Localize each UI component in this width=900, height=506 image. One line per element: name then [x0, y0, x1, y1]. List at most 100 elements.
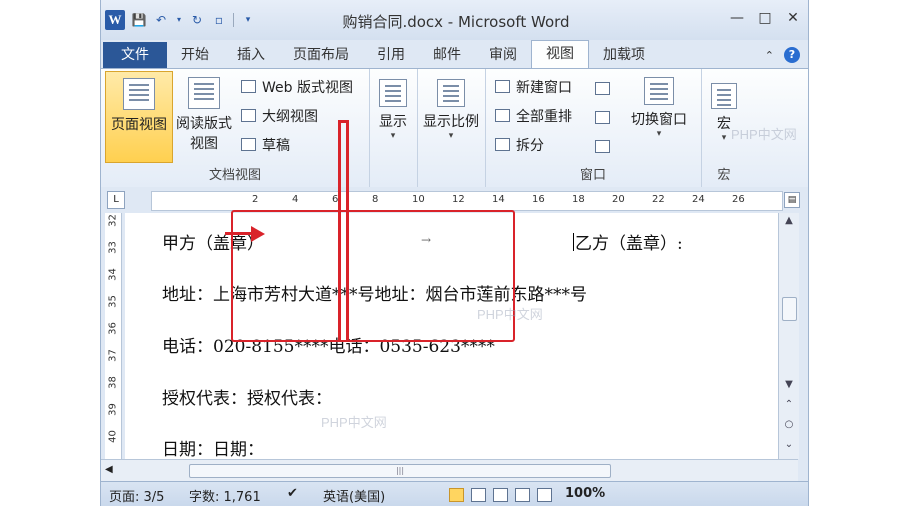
- window-controls: — □ ✕: [726, 8, 804, 28]
- tab-review[interactable]: 审阅: [475, 42, 531, 68]
- chevron-down-icon: ▾: [448, 131, 454, 141]
- save-icon[interactable]: 💾: [131, 12, 147, 28]
- party-b-seal-line: 乙方（盖章）:: [573, 229, 683, 254]
- vertical-ruler: 32 33 34 35 36 37 38 39 40: [101, 213, 125, 459]
- close-icon[interactable]: ✕: [782, 8, 804, 28]
- split-button[interactable]: 拆分: [495, 135, 544, 157]
- minimize-ribbon-icon[interactable]: ⌃: [765, 49, 774, 62]
- previous-page-icon[interactable]: ⌃: [779, 399, 799, 410]
- switch-windows-button[interactable]: 切换窗口 ▾: [621, 71, 697, 161]
- macros-button[interactable]: 宏 ▾: [705, 71, 743, 157]
- split-icon: [495, 138, 510, 151]
- annotation-line: [338, 120, 349, 123]
- zoom-label: 显示比例: [423, 114, 479, 130]
- switch-windows-label: 切换窗口: [631, 112, 687, 128]
- ruler-tick-label: 12: [452, 194, 465, 205]
- vertical-scrollbar[interactable]: ▲ ▼ ⌃ ○ ⌄: [778, 213, 799, 459]
- arrange-all-button[interactable]: 全部重排: [495, 106, 572, 128]
- ruler-tick-label: 8: [372, 194, 379, 205]
- zoom-icon: [437, 79, 465, 107]
- minimize-icon[interactable]: —: [726, 8, 748, 28]
- tab-selector[interactable]: L: [107, 191, 125, 209]
- maximize-icon[interactable]: □: [754, 8, 776, 28]
- outline-button[interactable]: 大纲视图: [241, 106, 318, 128]
- chevron-down-icon: ▾: [390, 131, 396, 141]
- group-label-macros: 宏: [717, 168, 731, 183]
- chevron-down-icon: ▾: [656, 129, 662, 139]
- tab-view[interactable]: 视图: [531, 40, 589, 68]
- chevron-down-icon[interactable]: ▾: [175, 12, 183, 28]
- vertical-ruler-tick-label: 38: [107, 376, 119, 389]
- annotation-arrow-icon: [251, 226, 265, 242]
- reset-position-icon[interactable]: [595, 140, 610, 153]
- group-zoom[interactable]: 显示比例 ▾: [417, 69, 486, 187]
- vertical-ruler-tick-label: 37: [107, 349, 119, 362]
- date-line: 日期：日期：: [162, 440, 264, 459]
- new-window-button[interactable]: 新建窗口: [495, 77, 572, 99]
- outline-label: 大纲视图: [262, 109, 318, 125]
- vertical-ruler-tick-label: 32: [107, 214, 119, 227]
- print-layout-view-icon[interactable]: [449, 488, 464, 502]
- watermark: PHP中文网: [477, 307, 543, 322]
- scroll-left-icon[interactable]: ◀: [105, 464, 113, 475]
- word-window: W 💾 ↶ ▾ ↻ ▫ ▾ 购销合同.docx - Microsoft Word…: [100, 0, 809, 506]
- print-layout-button[interactable]: 页面视图: [105, 71, 173, 163]
- vertical-ruler-tick-label: 35: [107, 295, 119, 308]
- watermark: PHP中文网: [731, 127, 797, 142]
- party-b-seal: 乙方（盖章）:: [575, 234, 683, 254]
- web-view-icon[interactable]: [493, 488, 508, 502]
- redo-icon[interactable]: ↻: [189, 12, 205, 28]
- outline-view-icon[interactable]: [515, 488, 530, 502]
- language-indicator[interactable]: 英语(美国): [323, 486, 385, 505]
- tab-insert[interactable]: 插入: [223, 42, 279, 68]
- ruler-strip[interactable]: 2 4 6 8 10 12 14 16 18 20 22 24 26: [151, 191, 783, 211]
- tab-references[interactable]: 引用: [363, 42, 419, 68]
- draft-button[interactable]: 草稿: [241, 135, 290, 157]
- browse-object-icon[interactable]: ○: [779, 419, 799, 430]
- text-cursor: [573, 233, 574, 251]
- tab-addins[interactable]: 加载项: [589, 42, 659, 68]
- customize-toolbar-icon[interactable]: ▾: [240, 12, 256, 28]
- ribbon-view: 页面视图 阅读版式 视图 Web 版式视图 大纲视图 草稿 文档视图 显示 ▾: [101, 68, 808, 188]
- undo-icon[interactable]: ↶: [153, 12, 169, 28]
- tab-mailings[interactable]: 邮件: [419, 42, 475, 68]
- side-by-side-icon[interactable]: [595, 82, 610, 95]
- new-window-label: 新建窗口: [516, 80, 572, 96]
- tab-file[interactable]: 文件: [103, 42, 167, 68]
- status-bar: 页面: 3/5 字数: 1,761 ✔ 英语(美国) 100%: [101, 481, 808, 506]
- word-app-icon[interactable]: W: [105, 10, 125, 30]
- web-layout-button[interactable]: Web 版式视图: [241, 77, 353, 99]
- reading-view-icon[interactable]: [471, 488, 486, 502]
- vertical-ruler-tick-label: 39: [107, 403, 119, 416]
- tab-home[interactable]: 开始: [167, 42, 223, 68]
- page-count[interactable]: 页面: 3/5: [109, 486, 164, 505]
- zoom-level[interactable]: 100%: [565, 486, 605, 501]
- ruler-toggle-icon[interactable]: ▤: [784, 192, 800, 208]
- vertical-ruler-tick-label: 34: [107, 268, 119, 281]
- scroll-up-icon[interactable]: ▲: [779, 215, 799, 226]
- macro-icon: [711, 83, 737, 109]
- horizontal-scrollbar[interactable]: ◀ |||: [101, 459, 798, 482]
- next-page-icon[interactable]: ⌄: [779, 439, 799, 450]
- scroll-down-icon[interactable]: ▼: [779, 379, 799, 390]
- horizontal-scroll-thumb[interactable]: |||: [189, 464, 611, 478]
- tab-page-layout[interactable]: 页面布局: [279, 42, 363, 68]
- sync-scroll-icon[interactable]: [595, 111, 610, 124]
- ruler-tick-label: 24: [692, 194, 705, 205]
- group-show[interactable]: 显示 ▾: [369, 69, 418, 187]
- ruler-tick-label: 22: [652, 194, 665, 205]
- vertical-ruler-tick-label: 40: [107, 430, 119, 443]
- draft-view-icon[interactable]: [537, 488, 552, 502]
- spell-check-icon[interactable]: ✔: [287, 486, 298, 501]
- ruler-tick-label: 10: [412, 194, 425, 205]
- show-icon: [379, 79, 407, 107]
- reading-layout-label-1: 阅读版式: [176, 116, 232, 132]
- reading-layout-button[interactable]: 阅读版式 视图: [171, 71, 237, 161]
- help-icon[interactable]: ?: [784, 47, 800, 63]
- print-layout-label: 页面视图: [111, 117, 167, 133]
- word-count[interactable]: 字数: 1,761: [189, 486, 261, 505]
- ruler-tick-label: 20: [612, 194, 625, 205]
- vertical-ruler-tick-label: 36: [107, 322, 119, 335]
- vertical-scroll-thumb[interactable]: [782, 297, 797, 321]
- new-document-icon[interactable]: ▫: [211, 12, 227, 28]
